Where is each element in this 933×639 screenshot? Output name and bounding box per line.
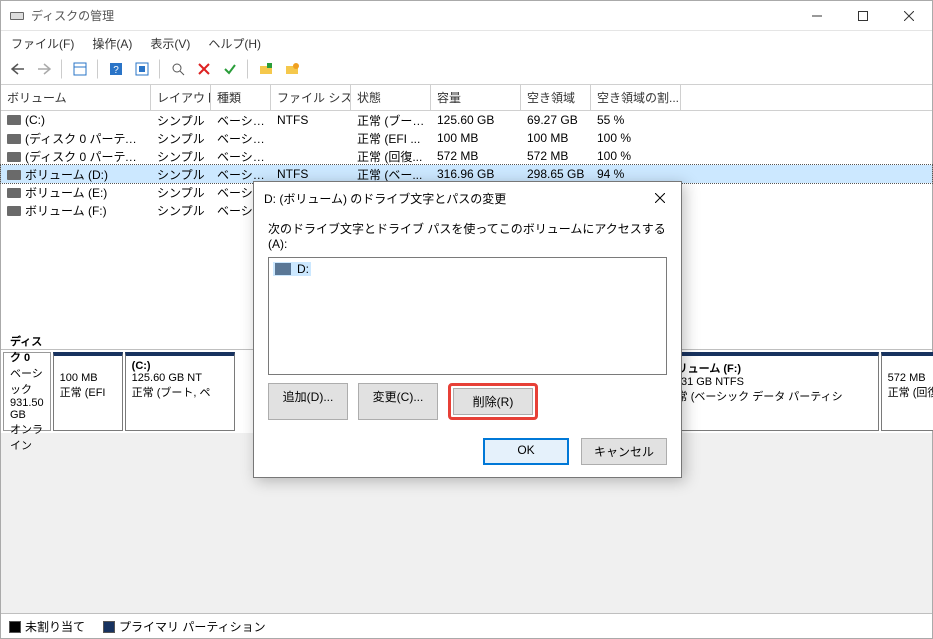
- dialog-title: D: (ボリューム) のドライブ文字とパスの変更: [264, 190, 647, 207]
- disk-management-window: ディスクの管理 ファイル(F) 操作(A) 表示(V) ヘルプ(H) ? ボリュ…: [0, 0, 933, 639]
- highlight-box: 削除(R): [448, 383, 538, 420]
- drive-entry[interactable]: D:: [273, 262, 311, 276]
- ok-button[interactable]: OK: [483, 438, 569, 465]
- dialog-description: 次のドライブ文字とドライブ パスを使ってこのボリュームにアクセスする(A):: [268, 220, 667, 251]
- drive-paths-list[interactable]: D:: [268, 257, 667, 375]
- add-button[interactable]: 追加(D)...: [268, 383, 348, 420]
- cancel-button[interactable]: キャンセル: [581, 438, 667, 465]
- remove-button[interactable]: 削除(R): [453, 388, 533, 415]
- change-drive-letter-dialog: D: (ボリューム) のドライブ文字とパスの変更 次のドライブ文字とドライブ パ…: [253, 181, 682, 478]
- drive-letter: D:: [297, 262, 309, 276]
- change-button[interactable]: 変更(C)...: [358, 383, 438, 420]
- dialog-titlebar: D: (ボリューム) のドライブ文字とパスの変更: [254, 182, 681, 214]
- drive-icon: [275, 263, 291, 275]
- modal-overlay: D: (ボリューム) のドライブ文字とパスの変更 次のドライブ文字とドライブ パ…: [1, 1, 932, 638]
- dialog-close-button[interactable]: [647, 188, 673, 208]
